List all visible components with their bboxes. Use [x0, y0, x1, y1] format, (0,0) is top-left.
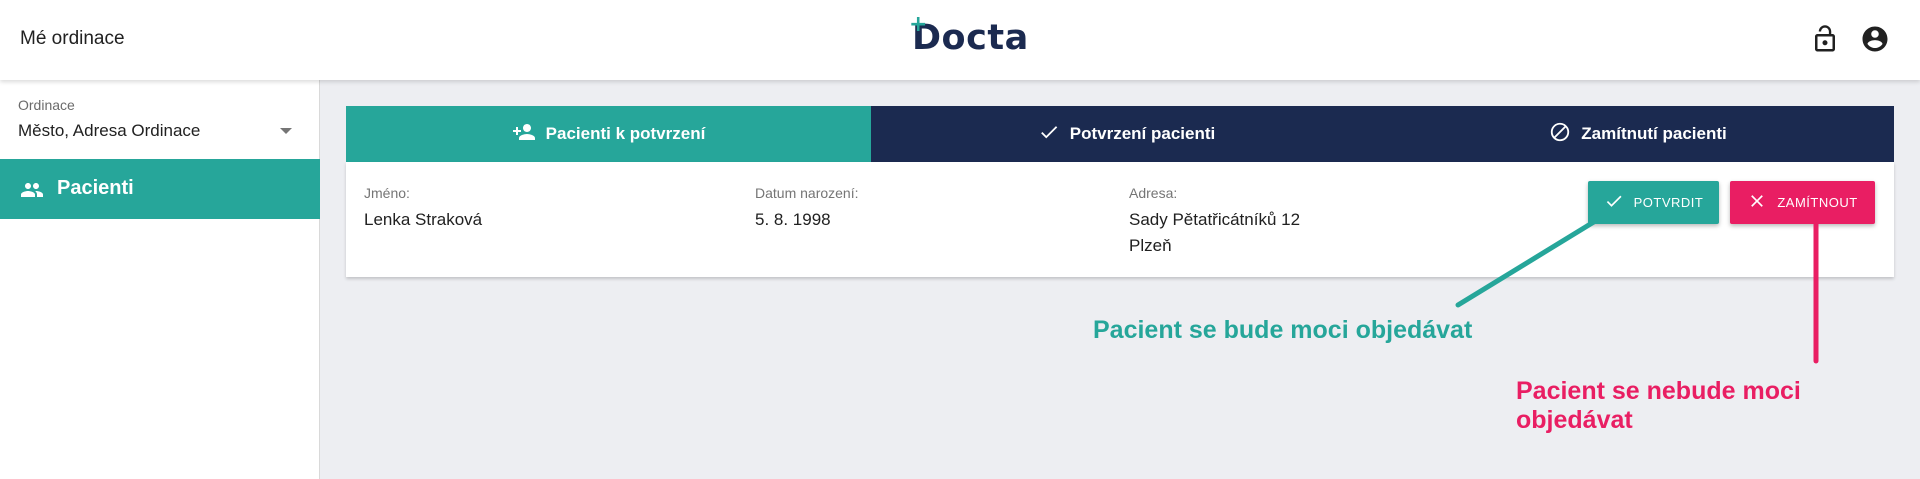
clinic-select-value: Město, Adresa Ordinace [18, 121, 201, 140]
reject-button[interactable]: ZAMÍTNOUT [1730, 181, 1875, 224]
patient-card: Jméno: Lenka Straková Datum narození: 5.… [346, 162, 1894, 277]
patient-address-street: Sady Pětatřicátníků 12 [1129, 210, 1301, 229]
app-header: Mé ordinace + Docta [0, 0, 1920, 80]
check-icon [1038, 121, 1070, 148]
patient-birth-date: 5. 8. 1998 [755, 210, 831, 229]
address-label: Adresa: [1129, 185, 1178, 201]
reject-button-label: ZAMÍTNOUT [1777, 195, 1858, 210]
confirm-button[interactable]: POTVRDIT [1588, 181, 1719, 224]
block-icon [1549, 121, 1581, 148]
tab-label: Zamítnutí pacienti [1581, 124, 1727, 143]
tab-label: Pacienti k potvrzení [545, 124, 706, 143]
patient-address-city: Plzeň [1129, 236, 1172, 255]
sidebar-item-pacienti[interactable]: Pacienti [0, 159, 320, 219]
close-icon [1747, 191, 1777, 214]
name-label: Jméno: [364, 185, 410, 201]
account-circle-icon[interactable] [1860, 24, 1890, 54]
patient-tabs: Pacienti k potvrzení Potvrzení pacienti … [346, 106, 1894, 162]
tab-pending-patients[interactable]: Pacienti k potvrzení [346, 106, 871, 162]
logo-plus-icon: + [909, 12, 928, 37]
people-icon [20, 178, 44, 207]
tab-label: Potvrzení pacienti [1069, 124, 1216, 143]
lock-open-icon[interactable] [1810, 24, 1840, 54]
app-title: Mé ordinace [20, 28, 125, 49]
sidebar: Ordinace Město, Adresa Ordinace Pacienti [0, 80, 320, 479]
dropdown-arrow-icon [280, 128, 292, 134]
patient-name: Lenka Straková [364, 210, 483, 229]
tab-confirmed-patients[interactable]: Potvrzení pacienti [871, 106, 1382, 162]
clinic-label: Ordinace [18, 97, 75, 113]
confirm-button-label: POTVRDIT [1633, 195, 1704, 210]
birth-date-label: Datum narození: [755, 185, 859, 201]
logo-text: Docta [912, 18, 1029, 58]
check-icon [1604, 191, 1634, 214]
confirm-annotation: Pacient se bude moci objedávat [1093, 316, 1473, 344]
clinic-select[interactable]: Město, Adresa Ordinace [18, 121, 298, 145]
docta-logo[interactable]: + Docta [909, 12, 1029, 58]
sidebar-item-label: Pacienti [57, 177, 134, 199]
person-add-icon [512, 120, 546, 149]
tab-rejected-patients[interactable]: Zamítnutí pacienti [1382, 106, 1894, 162]
reject-annotation: Pacient se nebude moci objedávat [1516, 377, 1801, 434]
